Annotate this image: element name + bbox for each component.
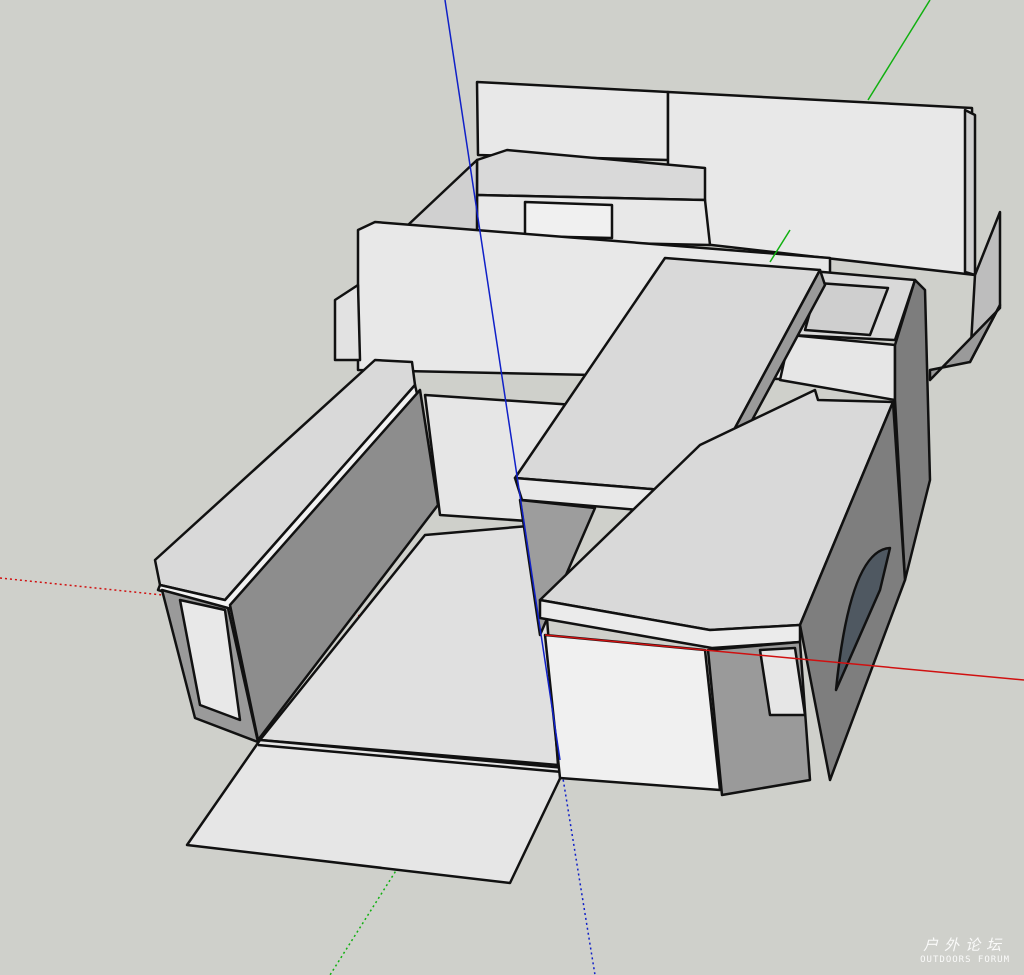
rear-panel-right-edge: [963, 108, 977, 277]
sketchup-3d-viewport[interactable]: [0, 0, 1024, 975]
model-canvas[interactable]: [0, 0, 1024, 975]
rear-panel-left: [475, 80, 670, 162]
right-bench-base: [543, 633, 722, 792]
watermark-title: 户外论坛: [923, 936, 1008, 954]
rear-panel-right: [666, 90, 977, 277]
divider-panel-side: [333, 283, 362, 362]
blue-axis-negative: [559, 759, 596, 975]
camper-model[interactable]: [153, 80, 1002, 885]
sink-cabinet-front: [778, 333, 897, 402]
rear-cabinet-opening: [523, 200, 614, 240]
forum-watermark: 户外论坛 OUTDOORS FORUM: [920, 938, 1010, 965]
watermark-subtitle: OUTDOORS FORUM: [920, 955, 1010, 965]
green-axis: [867, 0, 931, 101]
